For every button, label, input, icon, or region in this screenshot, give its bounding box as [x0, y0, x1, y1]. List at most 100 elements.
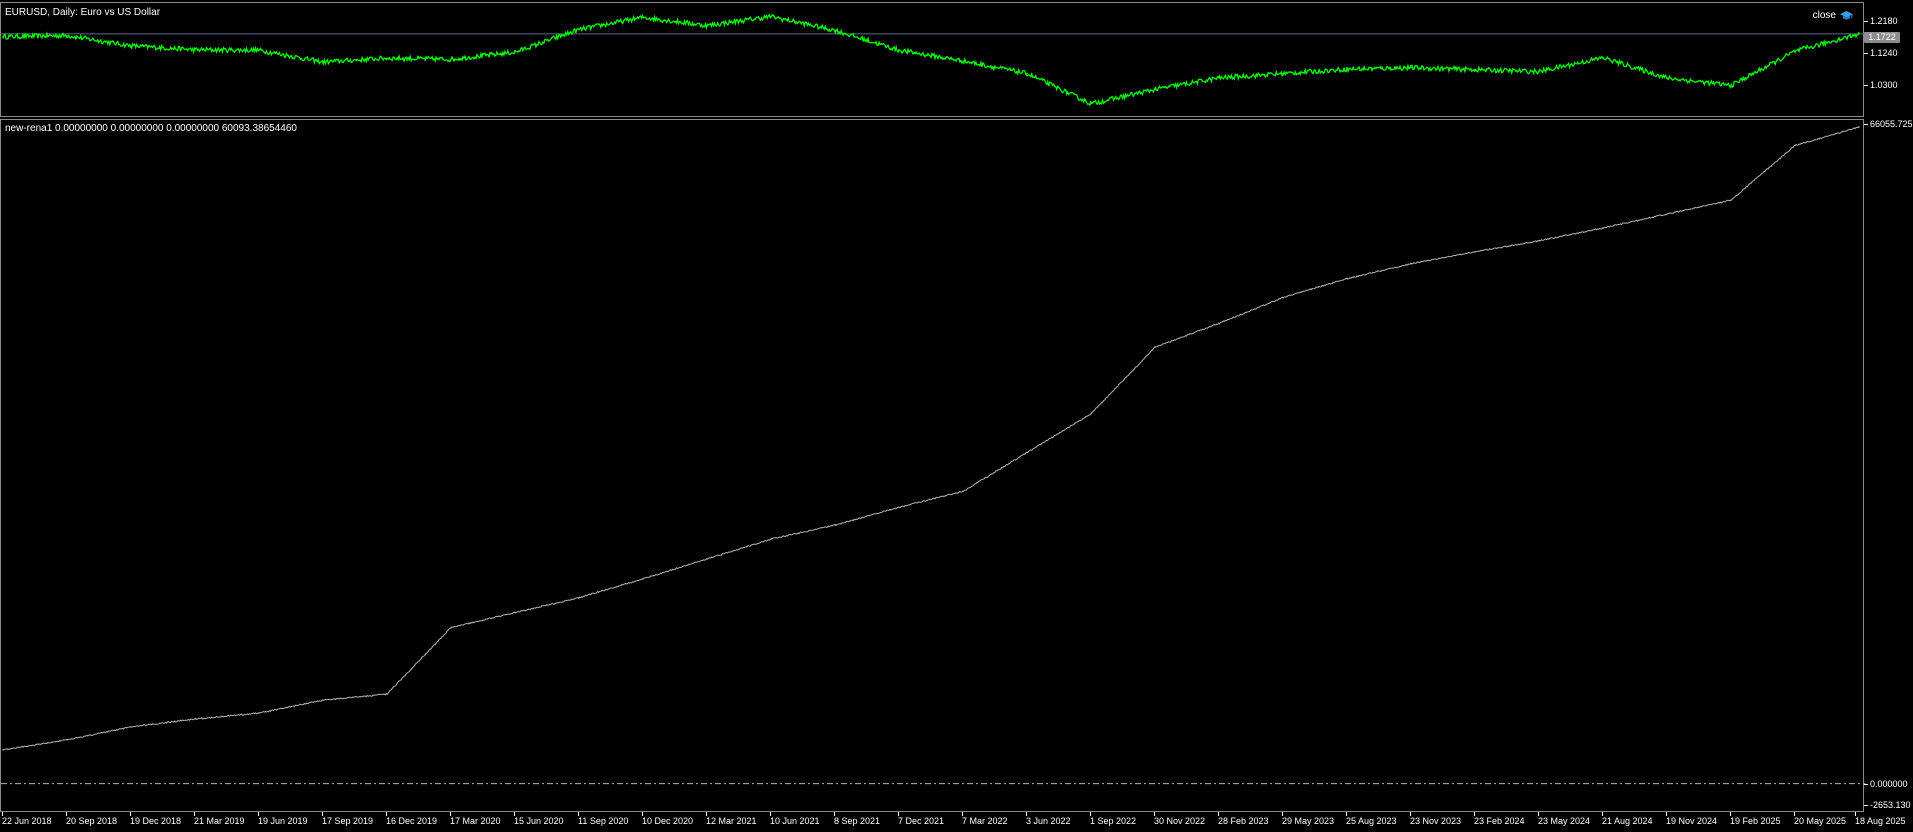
price-point: [130, 45, 132, 47]
price-point: [1218, 77, 1220, 79]
indicator-point: [706, 558, 708, 560]
indicator-point: [1666, 213, 1668, 215]
time-tick-label: 18 Aug 2025: [1855, 812, 1906, 826]
time-tick-label: 19 Feb 2025: [1730, 812, 1781, 826]
price-point: [1026, 72, 1028, 75]
indicator-point: [258, 712, 260, 714]
time-tick-label: 21 Mar 2019: [194, 812, 245, 826]
price-chart-pane[interactable]: EURUSD, Daily: Euro vs US Dollar close: [0, 2, 1865, 117]
indicator-point: [1026, 451, 1028, 454]
indicator-tick-label: 66055.725: [1864, 119, 1913, 129]
time-tick-label: 15 Jun 2020: [514, 812, 564, 826]
time-tick-label: 20 May 2025: [1794, 812, 1847, 826]
time-tick-label: 21 Aug 2024: [1602, 812, 1653, 826]
price-point: [258, 49, 260, 51]
price-point: [578, 28, 580, 31]
price-point: [66, 34, 68, 37]
price-point: [642, 16, 644, 19]
price-line-chart: [1, 13, 1865, 107]
time-tick-label: 8 Sep 2021: [834, 812, 881, 826]
price-tick-label: 1.2180: [1864, 16, 1898, 26]
indicator-axis: 66055.725 0.000000 -2653.130: [1864, 119, 1913, 812]
price-point: [194, 48, 196, 51]
indicator-point: [1218, 322, 1220, 325]
time-tick-label: 17 Mar 2020: [450, 812, 501, 826]
time-tick-label: 11 Sep 2020: [578, 812, 629, 826]
time-tick-label: 23 Nov 2023: [1410, 812, 1462, 826]
indicator-tick-label: 0.000000: [1864, 779, 1908, 789]
price-point: [898, 49, 900, 51]
eurusd-close-series: [2, 13, 1860, 107]
indicator-pane[interactable]: new-rena1 0.00000000 0.00000000 0.000000…: [0, 119, 1865, 812]
price-point: [322, 61, 324, 63]
price-axis: 1.2180 1.1240 1.0300: [1864, 2, 1913, 117]
time-tick-label: 16 Dec 2019: [386, 812, 438, 826]
time-tick-label: 28 Feb 2023: [1218, 812, 1269, 826]
price-point: [514, 51, 516, 53]
indicator-point: [322, 699, 324, 701]
time-tick-label: 7 Dec 2021: [898, 812, 945, 826]
price-point: [1666, 77, 1668, 79]
time-tick-label: 23 May 2024: [1538, 812, 1591, 826]
price-point: [770, 15, 772, 18]
indicator-point: [770, 538, 772, 540]
price-point: [962, 60, 964, 62]
time-tick-label: 20 Sep 2018: [66, 812, 118, 826]
indicator-point: [450, 626, 452, 629]
indicator-point: [514, 611, 516, 614]
price-point: [1410, 66, 1412, 69]
indicator-point: [1602, 227, 1604, 229]
indicator-point: [1794, 144, 1796, 147]
indicator-point: [962, 490, 964, 493]
price-point: [1282, 72, 1284, 75]
price-point: [1794, 50, 1796, 53]
indicator-tick-label: -2653.130: [1864, 800, 1911, 810]
price-point: [1090, 102, 1092, 105]
indicator-point: [1346, 277, 1348, 280]
indicator-point: [130, 726, 132, 728]
time-tick-label: 19 Nov 2024: [1666, 812, 1718, 826]
time-tick-label: 30 Nov 2022: [1154, 812, 1206, 826]
time-tick-label: 19 Jun 2019: [258, 812, 308, 826]
price-point: [1858, 33, 1860, 35]
time-tick-label: 25 Aug 2023: [1346, 812, 1397, 826]
price-point: [386, 57, 388, 59]
indicator-point: [1474, 251, 1476, 253]
indicator-point: [1282, 296, 1284, 299]
time-tick-label: 10 Jun 2021: [770, 812, 820, 826]
indicator-point: [1154, 346, 1156, 348]
indicator-point: [1730, 199, 1732, 201]
time-tick-label: 23 Feb 2024: [1474, 812, 1525, 826]
price-point: [1154, 88, 1156, 91]
indicator-point: [2, 749, 4, 751]
price-point: [2, 35, 4, 38]
price-point: [1602, 56, 1604, 59]
price-point: [1474, 68, 1476, 71]
time-tick-label: 12 Mar 2021: [706, 812, 757, 826]
time-tick-label: 19 Dec 2018: [130, 812, 182, 826]
indicator-point: [66, 739, 68, 741]
indicator-point: [386, 693, 388, 695]
indicator-point: [1410, 263, 1412, 265]
new-rena1-series: [2, 126, 1860, 751]
time-tick-label: 29 May 2023: [1282, 812, 1335, 826]
price-point: [1346, 68, 1348, 71]
time-tick-label: 22 Jun 2018: [2, 812, 52, 826]
indicator-point: [1538, 240, 1540, 242]
time-tick-label: 3 Jun 2022: [1026, 812, 1071, 826]
time-tick-label: 1 Sep 2022: [1090, 812, 1137, 826]
indicator-point: [578, 597, 580, 599]
price-point: [834, 29, 836, 32]
price-point: [706, 24, 708, 27]
price-tick-label: 1.1240: [1864, 48, 1898, 58]
indicator-point: [898, 506, 900, 508]
price-point: [1538, 70, 1540, 73]
indicator-point: [1090, 413, 1092, 415]
current-price-badge: 1.1722: [1864, 32, 1900, 43]
time-tick-label: 10 Dec 2020: [642, 812, 694, 826]
indicator-point: [642, 578, 644, 580]
indicator-point: [194, 718, 196, 720]
time-tick-label: 7 Mar 2022: [962, 812, 1008, 826]
indicator-line-chart: [1, 126, 1865, 785]
time-tick-label: 17 Sep 2019: [322, 812, 374, 826]
